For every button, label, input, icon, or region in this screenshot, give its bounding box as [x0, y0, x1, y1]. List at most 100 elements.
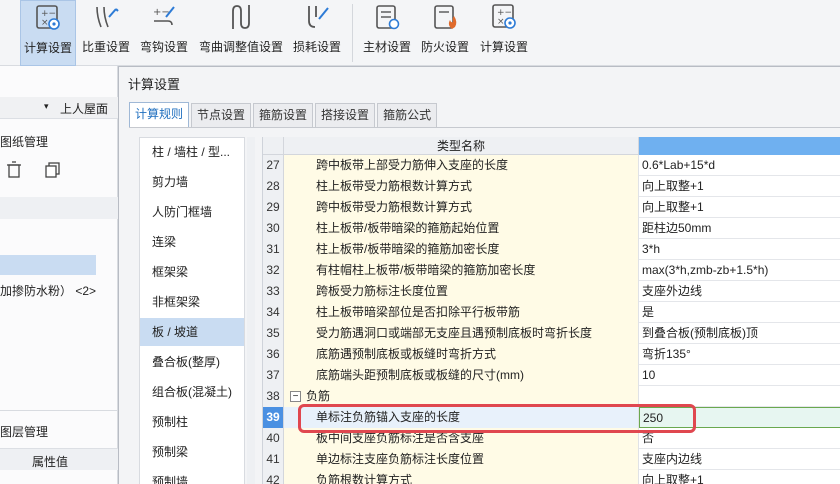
category-item-frame-beam[interactable]: 框架梁: [140, 258, 244, 286]
tab-stirrup-settings[interactable]: 箍筋设置: [253, 103, 314, 127]
tab-calc-rules[interactable]: 计算规则: [129, 102, 190, 128]
bend-adjust-icon: [226, 2, 256, 32]
category-item-precast-beam[interactable]: 预制梁: [140, 438, 244, 466]
tab-lap-settings[interactable]: 搭接设置: [315, 103, 376, 127]
row-number: 40: [263, 428, 284, 449]
row-value[interactable]: 向上取整+1: [639, 197, 840, 218]
row-number: 33: [263, 281, 284, 302]
row-group-name: − 负筋: [284, 386, 639, 407]
tab-node-settings[interactable]: 节点设置: [191, 103, 252, 127]
table-row[interactable]: 42 负筋根数计算方式 向上取整+1: [263, 470, 840, 484]
dialog-title: 计算设置: [128, 77, 181, 92]
category-scrollbar[interactable]: [247, 137, 255, 484]
row-value[interactable]: 是: [639, 302, 840, 323]
ribbon-label: 计算设置: [479, 40, 528, 54]
settings-grid: 类型名称 27 跨中板带上部受力筋伸入支座的长度 0.6*Lab+15*d 28…: [262, 137, 840, 484]
category-item-precast-column[interactable]: 预制柱: [140, 408, 244, 436]
row-name: 受力筋遇洞口或端部无支座且遇预制底板时弯折长度: [284, 323, 639, 344]
layer-mgmt-title: 图层管理: [0, 425, 49, 439]
category-item-composite-slab[interactable]: 叠合板(整厚): [140, 348, 244, 376]
tab-stirrup-formula[interactable]: 箍筋公式: [377, 103, 438, 127]
list-item-selected[interactable]: [0, 255, 96, 275]
table-row[interactable]: 30 柱上板带/板带暗梁的箍筋起始位置 距柱边50mm: [263, 218, 840, 239]
table-row[interactable]: 35 受力筋遇洞口或端部无支座且遇预制底板时弯折长度 到叠合板(预制底板)顶: [263, 323, 840, 344]
ribbon-main-material-button[interactable]: 主材设置: [360, 0, 414, 66]
ribbon-calc-settings-button-2[interactable]: +− × 计算设置: [476, 0, 532, 66]
ribbon-label: 弯钩设置: [139, 40, 188, 54]
ribbon-fire-settings-button[interactable]: 防火设置: [418, 0, 472, 66]
ribbon-label: 弯曲调整值设置: [198, 40, 283, 54]
row-value[interactable]: 向上取整+1: [639, 470, 840, 484]
category-item-non-frame-beam[interactable]: 非框架梁: [140, 288, 244, 316]
table-row-selected[interactable]: 39 单标注负筋锚入支座的长度 250: [263, 407, 840, 428]
row-value[interactable]: 向上取整+1: [639, 176, 840, 197]
row-value[interactable]: 0.6*Lab+15*d: [639, 155, 840, 176]
table-row[interactable]: 37 底筋端头距预制底板或板缝的尺寸(mm) 10: [263, 365, 840, 386]
row-name: 跨中板带受力筋根数计算方式: [284, 197, 639, 218]
fire-settings-icon: [430, 2, 460, 32]
category-item-coupling-beam[interactable]: 连梁: [140, 228, 244, 256]
group-label: 负筋: [306, 389, 331, 403]
table-row[interactable]: 32 有柱帽柱上板带/板带暗梁的箍筋加密长度 max(3*h,zmb-zb+1.…: [263, 260, 840, 281]
value-edit-input[interactable]: 250: [639, 407, 840, 428]
row-value[interactable]: 弯折135°: [639, 344, 840, 365]
category-item-shear-wall[interactable]: 剪力墙: [140, 168, 244, 196]
row-value[interactable]: 否: [639, 428, 840, 449]
row-name: 柱上板带/板带暗梁的箍筋起始位置: [284, 218, 639, 239]
table-row[interactable]: 27 跨中板带上部受力筋伸入支座的长度 0.6*Lab+15*d: [263, 155, 840, 176]
grid-header-value: [639, 137, 840, 155]
ribbon-bend-adjust-button[interactable]: 弯曲调整值设置: [196, 0, 286, 66]
table-row-group[interactable]: 38 − 负筋: [263, 386, 840, 407]
floor-select[interactable]: ▾ 上人屋面: [0, 97, 118, 119]
row-value[interactable]: max(3*h,zmb-zb+1.5*h): [639, 260, 840, 281]
row-value[interactable]: 距柱边50mm: [639, 218, 840, 239]
delete-icon[interactable]: [6, 161, 22, 182]
table-row[interactable]: 41 单边标注支座负筋标注长度位置 支座内边线: [263, 449, 840, 470]
category-item-precast-wall[interactable]: 预制墙: [140, 468, 244, 484]
row-name: 板中间支座负筋标注是否含支座: [284, 428, 639, 449]
row-number: 29: [263, 197, 284, 218]
copy-icon[interactable]: [44, 161, 62, 182]
row-number: 39: [263, 407, 284, 428]
row-number: 35: [263, 323, 284, 344]
row-value[interactable]: 250: [639, 407, 840, 428]
row-value[interactable]: 支座内边线: [639, 449, 840, 470]
category-list: 柱 / 墙柱 / 型... 剪力墙 人防门框墙 连梁 框架梁 非框架梁 板 / …: [139, 137, 245, 484]
table-row[interactable]: 40 板中间支座负筋标注是否含支座 否: [263, 428, 840, 449]
row-name: 柱上板带暗梁部位是否扣除平行板带筋: [284, 302, 639, 323]
category-item-column[interactable]: 柱 / 墙柱 / 型...: [140, 138, 244, 166]
collapse-icon[interactable]: −: [290, 391, 301, 403]
category-item-combined-slab[interactable]: 组合板(混凝土): [140, 378, 244, 406]
table-row[interactable]: 33 跨板受力筋标注长度位置 支座外边线: [263, 281, 840, 302]
row-value[interactable]: 10: [639, 365, 840, 386]
table-row[interactable]: 31 柱上板带/板带暗梁的箍筋加密长度 3*h: [263, 239, 840, 260]
row-value[interactable]: 支座外边线: [639, 281, 840, 302]
row-value[interactable]: 到叠合板(预制底板)顶: [639, 323, 840, 344]
category-item-slab-ramp[interactable]: 板 / 坡道: [140, 318, 244, 346]
table-row[interactable]: 36 底筋遇预制底板或板缝时弯折方式 弯折135°: [263, 344, 840, 365]
dialog-tabs: 计算规则 节点设置 箍筋设置 搭接设置 箍筋公式: [129, 102, 439, 128]
grid-header: 类型名称: [263, 137, 840, 155]
table-row[interactable]: 28 柱上板带受力筋根数计算方式 向上取整+1: [263, 176, 840, 197]
ribbon-label: 计算设置: [23, 41, 72, 55]
row-name: 底筋遇预制底板或板缝时弯折方式: [284, 344, 639, 365]
row-number: 28: [263, 176, 284, 197]
row-number: 36: [263, 344, 284, 365]
ribbon-hook-settings-button[interactable]: +− 弯钩设置: [136, 0, 192, 66]
row-value[interactable]: 3*h: [639, 239, 840, 260]
hook-settings-icon: +−: [149, 2, 179, 32]
main-material-icon: [372, 2, 402, 32]
ribbon-calc-settings-button[interactable]: +− × 计算设置: [20, 0, 76, 66]
calc-settings-icon: +− ×: [33, 3, 63, 33]
calc-settings-dialog: 计算设置 计算规则 节点设置 箍筋设置 搭接设置 箍筋公式 柱 / 墙柱 / 型…: [118, 66, 840, 484]
category-item-civil-defense-wall[interactable]: 人防门框墙: [140, 198, 244, 226]
row-number: 42: [263, 470, 284, 484]
row-number: 32: [263, 260, 284, 281]
ribbon-loss-settings-button[interactable]: 损耗设置: [290, 0, 344, 66]
ribbon-weight-settings-button[interactable]: 比重设置: [80, 0, 132, 66]
row-name: 有柱帽柱上板带/板带暗梁的箍筋加密长度: [284, 260, 639, 281]
table-row[interactable]: 29 跨中板带受力筋根数计算方式 向上取整+1: [263, 197, 840, 218]
table-row[interactable]: 34 柱上板带暗梁部位是否扣除平行板带筋 是: [263, 302, 840, 323]
list-item[interactable]: 加掺防水粉） <2>: [0, 282, 96, 299]
ribbon-label: 主材设置: [362, 40, 411, 54]
